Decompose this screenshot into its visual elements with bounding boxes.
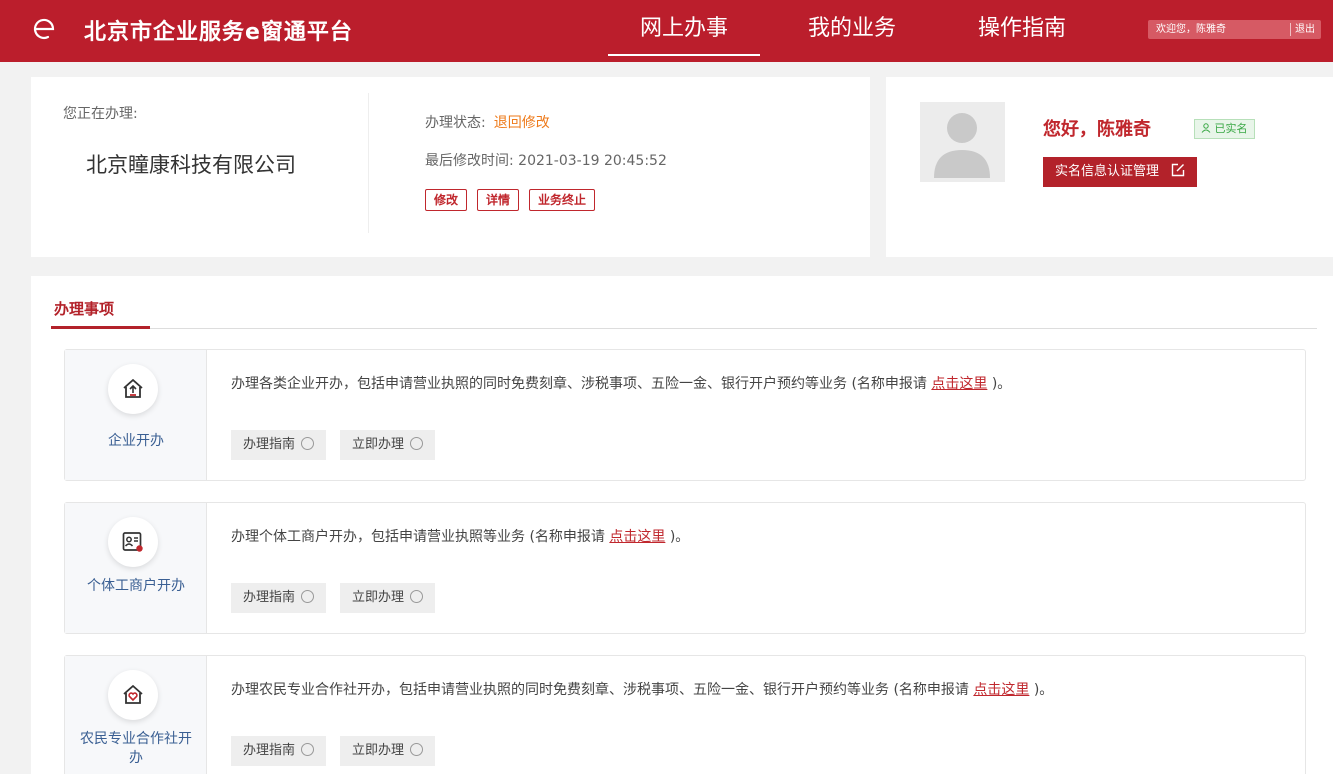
e-logo-icon[interactable] <box>30 14 60 44</box>
service-description: 办理个体工商户开办，包括申请营业执照等业务 (名称申报请 点击这里 )。 <box>231 529 690 545</box>
nav-my-business[interactable]: 我的业务 <box>808 10 896 42</box>
apply-button[interactable]: 立即办理 <box>340 736 436 766</box>
service-description: 办理各类企业开办，包括申请营业执照的同时免费刻章、涉税事项、五险一金、银行开户预… <box>231 376 1012 392</box>
person-icon <box>1201 123 1211 133</box>
service-label: 个体工商户开办 <box>87 578 185 594</box>
modify-button[interactable]: 修改 <box>425 189 468 211</box>
service-card-cooperative: 农民专业合作社开办 办理农民专业合作社开办，包括申请营业执照的同时免费刻章、涉税… <box>64 655 1306 774</box>
service-card-company: 企业开办 办理各类企业开办，包括申请营业执照的同时免费刻章、涉税事项、五险一金、… <box>64 349 1306 481</box>
details-button[interactable]: 详情 <box>477 189 520 211</box>
verified-badge: 已实名 <box>1194 119 1255 139</box>
service-buttons: 办理指南 立即办理 <box>231 583 449 613</box>
service-card-individual: 个体工商户开办 办理个体工商户开办，包括申请营业执照等业务 (名称申报请 点击这… <box>64 502 1306 634</box>
service-label: 企业开办 <box>108 433 164 449</box>
auth-button-label: 实名信息认证管理 <box>1055 164 1160 179</box>
logout-link[interactable]: 退出 <box>1295 20 1315 39</box>
tab-services[interactable]: 办理事项 <box>54 298 114 319</box>
apply-button[interactable]: 立即办理 <box>340 430 436 460</box>
service-icon-area[interactable]: 农民专业合作社开办 <box>65 656 207 774</box>
greeting-text: 您好，陈雅奇 <box>1043 119 1151 140</box>
avatar <box>920 102 1005 182</box>
name-apply-link[interactable]: 点击这里 <box>931 376 987 392</box>
section-divider <box>51 328 1317 329</box>
nav-guide[interactable]: 操作指南 <box>978 10 1066 42</box>
user-panel: 您好，陈雅奇 已实名 实名信息认证管理 <box>886 77 1333 257</box>
name-apply-link[interactable]: 点击这里 <box>973 682 1029 698</box>
business-actions: 修改 详情 业务终止 <box>425 189 605 211</box>
guide-button[interactable]: 办理指南 <box>231 430 327 460</box>
name-apply-link[interactable]: 点击这里 <box>609 529 665 545</box>
divider <box>1290 23 1291 36</box>
service-description: 办理农民专业合作社开办，包括申请营业执照的同时免费刻章、涉税事项、五险一金、银行… <box>231 682 1054 698</box>
status-row: 办理状态: 退回修改 <box>425 112 550 132</box>
status-label: 办理状态: <box>425 115 486 131</box>
guide-button[interactable]: 办理指南 <box>231 583 327 613</box>
time-value: 2021-03-19 20:45:52 <box>518 153 667 169</box>
service-icon-area[interactable]: 企业开办 <box>65 350 207 480</box>
services-section: 办理事项 企业开办 办理各类企业开办，包括申请营业执照的同时免费刻章、涉税事项、… <box>31 276 1333 774</box>
house-upload-icon <box>108 364 158 414</box>
tab-underline <box>51 326 150 329</box>
guide-button[interactable]: 办理指南 <box>231 736 327 766</box>
service-label: 农民专业合作社开办 <box>80 731 192 766</box>
house-heart-icon <box>108 670 158 720</box>
service-buttons: 办理指南 立即办理 <box>231 430 449 460</box>
terminate-button[interactable]: 业务终止 <box>529 189 596 211</box>
user-welcome-box: 欢迎您，陈雅奇 退出 <box>1148 20 1321 39</box>
verified-text: 已实名 <box>1214 122 1248 135</box>
service-icon-area[interactable]: 个体工商户开办 <box>65 503 207 633</box>
arrow-right-icon <box>410 590 424 603</box>
auth-management-button[interactable]: 实名信息认证管理 <box>1043 157 1198 187</box>
status-value: 退回修改 <box>493 115 550 131</box>
id-card-icon <box>108 517 158 567</box>
compass-icon <box>301 437 315 450</box>
site-title[interactable]: 北京市企业服务e窗通平台 <box>84 14 353 46</box>
current-business-panel: 您正在办理: 北京瞳康科技有限公司 办理状态: 退回修改 最后修改时间: 2021… <box>31 77 870 257</box>
company-name: 北京瞳康科技有限公司 <box>86 153 296 177</box>
compass-icon <box>301 743 315 756</box>
user-silhouette-icon <box>934 113 990 178</box>
apply-button[interactable]: 立即办理 <box>340 583 436 613</box>
panel-divider <box>368 93 369 233</box>
edit-icon <box>1171 163 1185 177</box>
time-label: 最后修改时间: <box>425 153 514 169</box>
arrow-right-icon <box>410 437 424 450</box>
modified-time-row: 最后修改时间: 2021-03-19 20:45:52 <box>425 150 667 170</box>
nav-online-service[interactable]: 网上办事 <box>607 10 761 56</box>
top-header: 北京市企业服务e窗通平台 网上办事 我的业务 操作指南 欢迎您，陈雅奇 退出 <box>0 0 1333 62</box>
compass-icon <box>301 590 315 603</box>
service-buttons: 办理指南 立即办理 <box>231 736 449 766</box>
handling-label: 您正在办理: <box>63 106 138 122</box>
welcome-text: 欢迎您，陈雅奇 <box>1156 24 1226 35</box>
arrow-right-icon <box>410 743 424 756</box>
